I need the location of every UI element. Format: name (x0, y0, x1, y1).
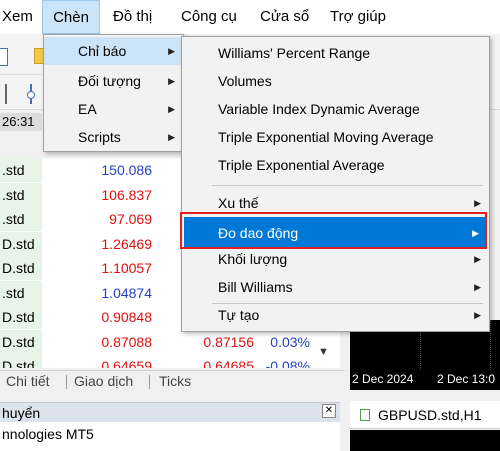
symbol-cell: D.std (0, 231, 42, 256)
bid-cell: 150.086 (101, 162, 152, 178)
toolbar-button-icon[interactable] (0, 48, 8, 66)
chart-title: GBPUSD.std,H1 (378, 407, 482, 423)
chevron-right-icon: ▶ (474, 254, 481, 264)
menu-item-label: Scripts (78, 129, 121, 145)
menu-item-label: Williams' Percent Range (218, 45, 371, 61)
menu-tools[interactable]: Công cụ (181, 0, 237, 34)
chevron-right-icon: ▶ (168, 46, 175, 56)
symbol-cell: D.std (0, 256, 42, 280)
tab-trades[interactable]: Giao dịch (74, 373, 133, 389)
menu-item-label: Đối tượng (78, 73, 141, 89)
table-row[interactable]: D.std 0.64659 0.64685 -0.08% (0, 354, 340, 368)
menu-item-label: Chỉ báo (78, 43, 127, 59)
chevron-right-icon: ▶ (474, 198, 481, 208)
tab-divider (66, 375, 67, 389)
symbol-cell: .std (0, 182, 42, 207)
chart-window[interactable] (350, 430, 500, 451)
chevron-right-icon: ▶ (168, 76, 175, 86)
bid-cell: 0.90848 (101, 309, 152, 325)
menu-view[interactable]: Xem (2, 0, 33, 34)
bid-cell: 1.26469 (101, 235, 152, 252)
menu-item-indicators[interactable]: Chỉ báo ▶ (44, 37, 183, 65)
bid-cell: 0.64659 (101, 358, 152, 368)
close-icon[interactable]: ✕ (322, 404, 336, 418)
axis-label: 2 Dec 2024 (352, 372, 414, 386)
axis-label: 2 Dec 13:0 (437, 372, 496, 386)
bar-chart-icon[interactable] (5, 84, 7, 104)
clock-readout: 26:31 (0, 113, 42, 131)
menu-item-label: Tự tạo (218, 307, 260, 323)
menu-item-tema[interactable]: Triple Exponential Moving Average (182, 123, 489, 151)
ask-cell: 0.64685 (203, 358, 254, 368)
insert-menu: Chỉ báo ▶ Đối tượng ▶ EA ▶ Scripts ▶ (43, 34, 184, 152)
menu-bar: Xem Chèn Đồ thị Công cụ Cửa sổ Trợ giúp (0, 0, 500, 34)
bid-cell: 1.04874 (101, 284, 152, 301)
symbol-cell: .std (0, 207, 42, 231)
symbol-cell: .std (0, 280, 42, 305)
menu-help[interactable]: Trợ giúp (330, 0, 386, 34)
symbol-cell: D.std (0, 305, 42, 329)
chart-tab[interactable]: GBPUSD.std,H1 (350, 401, 500, 429)
line-tool-dot-icon (27, 91, 35, 99)
navigator-header: huyển (0, 402, 340, 422)
menu-item-objects[interactable]: Đối tượng ▶ (44, 67, 183, 95)
chart-time-axis: 2 Dec 2024 2 Dec 13:0 (350, 370, 500, 390)
menu-item-bill-williams[interactable]: Bill Williams ▶ (182, 273, 489, 301)
menu-item-scripts[interactable]: Scripts ▶ (44, 123, 183, 151)
menu-item-trend[interactable]: Xu thế ▶ (182, 189, 489, 217)
menu-item-label: Khối lượng (218, 251, 288, 267)
toolbar-separator (0, 74, 42, 75)
navigator-item[interactable]: nnologies MT5 (0, 422, 340, 451)
chevron-right-icon: ▶ (474, 282, 481, 292)
scroll-down-icon[interactable]: ▼ (318, 346, 329, 358)
menu-insert[interactable]: Chèn (42, 0, 100, 34)
menu-item-vidya[interactable]: Variable Index Dynamic Average (182, 95, 489, 123)
menu-charts[interactable]: Đồ thị (113, 0, 152, 34)
menu-window[interactable]: Cửa sổ (260, 0, 309, 34)
indicators-submenu: Williams' Percent Range Volumes Variable… (181, 36, 490, 332)
menu-item-volume-group[interactable]: Khối lượng ▶ (182, 245, 489, 273)
chart-gridline (490, 320, 491, 370)
symbol-cell: D.std (0, 329, 42, 354)
change-cell: -0.08% (265, 358, 310, 368)
symbol-cell: .std (0, 158, 42, 182)
tab-divider (149, 375, 150, 389)
menu-item-label: Variable Index Dynamic Average (218, 101, 420, 117)
chevron-right-icon: ▶ (474, 310, 481, 320)
menu-item-trix[interactable]: Triple Exponential Average (182, 151, 489, 179)
menu-item-volumes[interactable]: Volumes (182, 67, 489, 95)
ask-cell: 0.87156 (203, 333, 254, 350)
menu-item-williams-percent-range[interactable]: Williams' Percent Range (182, 39, 489, 67)
menu-item-label: EA (78, 101, 97, 117)
menu-item-label: Triple Exponential Average (218, 157, 385, 173)
tab-details[interactable]: Chi tiết (6, 373, 50, 389)
bid-cell: 97.069 (109, 211, 152, 227)
chevron-right-icon: ▶ (168, 104, 175, 114)
menu-item-custom[interactable]: Tự tạo ▶ (182, 301, 489, 329)
menu-item-label: Volumes (218, 73, 272, 89)
bid-cell: 1.10057 (101, 260, 152, 276)
chevron-right-icon: ▶ (168, 132, 175, 142)
bid-cell: 106.837 (101, 186, 152, 203)
menu-item-ea[interactable]: EA ▶ (44, 95, 183, 123)
bid-cell: 0.87088 (101, 333, 152, 350)
symbol-cell: D.std (0, 354, 42, 368)
menu-separator (212, 185, 483, 186)
change-cell: 0.03% (270, 333, 310, 350)
chart-icon (360, 409, 370, 421)
tab-ticks[interactable]: Ticks (159, 373, 191, 389)
tab-bar: Chi tiết Giao dịch Ticks (0, 370, 345, 392)
table-row[interactable]: D.std 0.87088 0.87156 0.03% (0, 329, 340, 355)
menu-item-label: Bill Williams (218, 279, 293, 295)
menu-item-label: Triple Exponential Moving Average (218, 129, 434, 145)
menu-item-label: Xu thế (218, 195, 259, 211)
